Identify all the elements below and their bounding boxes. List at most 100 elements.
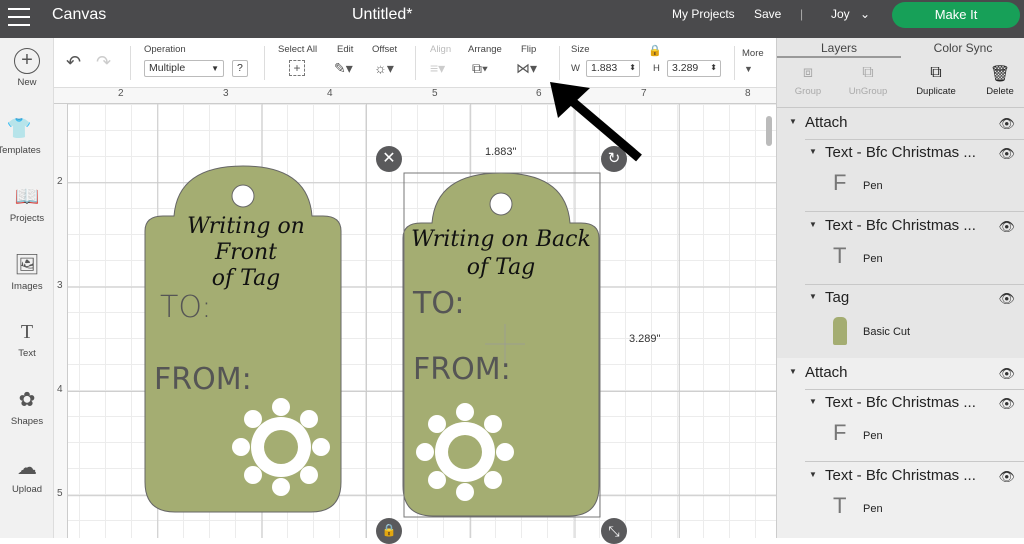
layer-name: Tag (825, 289, 850, 306)
eye-icon[interactable]: 👁 (998, 116, 1015, 132)
sidebar-item-text[interactable]: T Text (0, 319, 54, 359)
lock-icon[interactable]: 🔒 (648, 44, 662, 57)
right-tag[interactable] (402, 172, 600, 517)
align-icon[interactable]: ≡▾ (430, 60, 445, 77)
help-button[interactable]: ? (232, 60, 248, 77)
image-icon: 🖼 (14, 254, 40, 276)
shirt-icon: 👕 (6, 118, 32, 140)
ruler-label: 5 (57, 488, 63, 499)
plus-circle-icon: + (14, 48, 40, 74)
delete-handle-close-icon[interactable]: ✕ (376, 146, 402, 172)
divider (130, 46, 131, 80)
tag-thumbnail (833, 317, 847, 345)
project-title: Untitled* (352, 6, 413, 23)
arrow-annotation-icon (550, 82, 642, 162)
save-link[interactable]: Save (754, 7, 781, 21)
label: Delete (986, 86, 1014, 97)
layer-thumbnail: F (833, 170, 847, 195)
eye-icon[interactable]: 👁 (998, 219, 1015, 235)
sidebar-item-upload[interactable]: ☁ Upload (0, 455, 54, 495)
stepper-icon[interactable]: ⬍ (629, 63, 636, 72)
width-readout: 1.883" (485, 146, 517, 158)
sidebar-item-images[interactable]: 🖼 Images (0, 252, 54, 292)
eye-icon[interactable]: 👁 (998, 396, 1015, 412)
undo-icon[interactable]: ↶ (66, 52, 81, 73)
delete-button[interactable]: 🗑 Delete (969, 64, 1024, 97)
ruler-label: 4 (327, 88, 333, 99)
ungroup-icon: ⧉ (862, 64, 874, 81)
lock-handle-icon[interactable]: 🔒 (376, 518, 402, 544)
height-label: H (653, 63, 660, 74)
width-label: W (571, 63, 580, 74)
chevron-down-icon[interactable]: ▼ (744, 64, 753, 74)
ruler-label: 2 (57, 176, 63, 187)
vertical-scrollbar[interactable] (766, 116, 772, 146)
layer-name: Text - Bfc Christmas ... (825, 217, 976, 234)
group-button[interactable]: ⧈ Group (777, 64, 839, 97)
select-all-icon[interactable]: + (289, 60, 305, 76)
width-input[interactable]: 1.883 ⬍ (586, 60, 640, 77)
edit-icon[interactable]: ✎▾ (334, 60, 353, 77)
label: Templates (0, 145, 41, 156)
left-tag-title: Writing on Front of Tag (156, 214, 336, 292)
sidebar-item-projects[interactable]: 📖 Projects (0, 184, 54, 224)
sidebar-item-new[interactable]: + New (0, 48, 54, 88)
app-name: Canvas (52, 6, 107, 23)
operation-select[interactable]: Multiple ▼ (144, 60, 224, 77)
text-icon: T (20, 321, 34, 343)
tab-color-sync[interactable]: Color Sync (901, 38, 1024, 58)
tab-layers[interactable]: Layers (777, 38, 901, 58)
ruler-label: 8 (745, 88, 751, 99)
divider (264, 46, 265, 80)
right-to-label: TO: (413, 286, 465, 321)
layer-thumbnail: T (833, 243, 847, 268)
duplicate-icon: ⧉ (930, 64, 942, 81)
duplicate-button[interactable]: ⧉ Duplicate (905, 64, 967, 97)
divider (734, 46, 735, 80)
layer-name: Attach (805, 364, 848, 381)
height-value: 3.289 (672, 62, 699, 74)
stepper-icon[interactable]: ⬍ (710, 63, 717, 72)
ruler-label: 5 (432, 88, 438, 99)
label: Group (794, 86, 822, 97)
redo-icon[interactable]: ↷ (96, 52, 111, 73)
layer-operation: Pen (863, 180, 883, 192)
label: UnGroup (848, 86, 888, 97)
sidebar-item-shapes[interactable]: ✿ Shapes (0, 387, 54, 427)
make-it-button[interactable]: Make It (892, 2, 1020, 28)
height-input[interactable]: 3.289 ⬍ (667, 60, 721, 77)
layer-thumbnail: T (833, 493, 847, 518)
left-sidebar: + New 👕 Templates 📖 Projects 🖼 Images T Text … (0, 38, 54, 538)
eye-icon[interactable]: 👁 (998, 291, 1015, 307)
flip-icon[interactable]: ⋈▾ (516, 60, 537, 77)
top-bar: Canvas Untitled* My Projects Save | Joy … (0, 0, 1024, 38)
select-all-label[interactable]: Select All (278, 44, 317, 55)
offset-icon[interactable]: ☼▾ (374, 60, 394, 77)
user-menu[interactable]: Joy (831, 7, 850, 21)
horizontal-ruler: 2 3 4 5 6 7 8 (54, 88, 776, 104)
label: Duplicate (916, 86, 956, 97)
chevron-down-icon[interactable]: ⌄ (860, 7, 870, 21)
layer-thumbnail: F (833, 420, 847, 445)
eye-icon[interactable]: 👁 (998, 146, 1015, 162)
eye-icon[interactable]: 👁 (998, 469, 1015, 485)
layers-panel: Layers Color Sync ⧈ Group ⧉ UnGroup ⧉ Dupli… (776, 38, 1024, 538)
design-canvas[interactable]: Writing on Front of Tag TO: FROM: Writing… (68, 82, 776, 544)
size-label: Size (571, 44, 590, 55)
ruler-label: 6 (536, 88, 542, 99)
ungroup-button[interactable]: ⧉ UnGroup (837, 64, 899, 97)
trash-icon: 🗑 (989, 66, 1011, 83)
arrange-icon[interactable]: ⧉▾ (472, 60, 488, 77)
eye-icon[interactable]: 👁 (998, 366, 1015, 382)
chevron-down-icon: ▼ (211, 64, 219, 73)
left-to-label: TO: (160, 290, 212, 325)
label: Projects (9, 213, 45, 224)
my-projects-link[interactable]: My Projects (672, 7, 735, 21)
divider (415, 46, 416, 80)
label: Text (18, 348, 36, 359)
width-value: 1.883 (591, 62, 618, 74)
sidebar-item-templates[interactable]: 👕 Templates (0, 116, 46, 156)
hamburger-icon[interactable] (8, 8, 30, 26)
resize-handle-icon[interactable]: ⤡ (601, 518, 627, 544)
more-label[interactable]: More (742, 48, 764, 59)
